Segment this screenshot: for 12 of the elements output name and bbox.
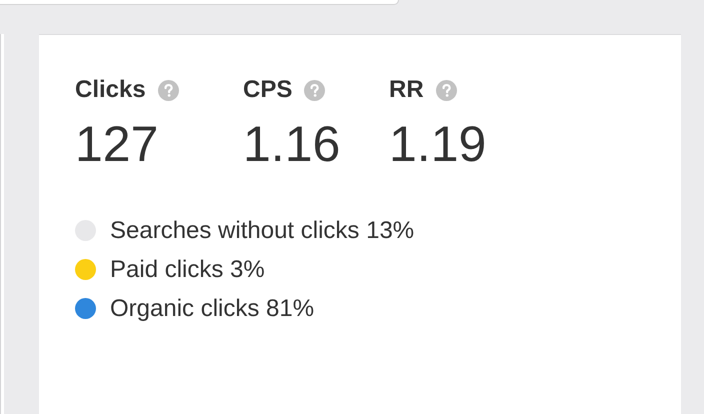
legend-label: Searches without clicks 13% (110, 216, 414, 244)
legend-label: Paid clicks 3% (110, 256, 265, 284)
help-icon[interactable] (436, 80, 457, 100)
help-icon[interactable] (158, 80, 179, 100)
metric-value: 127 (75, 115, 160, 174)
metric-value: 1.19 (389, 115, 486, 174)
legend-label: Organic clicks 81% (110, 294, 314, 322)
metric-value: 1.16 (243, 115, 342, 174)
metric-label: Clicks (75, 76, 146, 104)
metric-label: CPS (243, 76, 292, 104)
metric-label: RR (389, 76, 424, 104)
help-icon[interactable] (304, 80, 326, 100)
